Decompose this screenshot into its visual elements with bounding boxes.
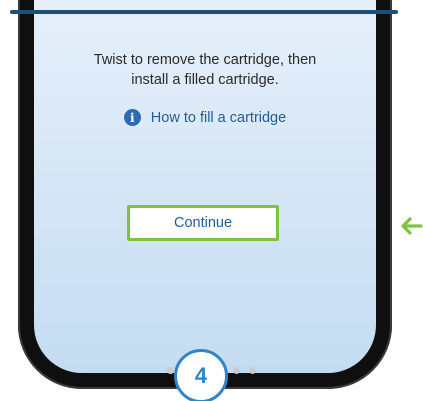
instruction-text: Twist to remove the cartridge, then inst…	[93, 52, 317, 88]
page-dot	[167, 367, 174, 374]
continue-button[interactable]: Continue	[127, 205, 279, 241]
top-divider	[10, 10, 398, 14]
page-dot	[249, 367, 256, 374]
phone-frame: Twist to remove the cartridge, then inst…	[18, 0, 392, 389]
step-number-badge: 4	[174, 349, 228, 401]
how-to-fill-label: How to fill a cartridge	[150, 109, 287, 126]
phone-screen: Twist to remove the cartridge, then inst…	[34, 0, 376, 373]
how-to-fill-link[interactable]: i How to fill a cartridge	[34, 109, 376, 126]
step-illustration: Twist to remove the cartridge, then inst…	[0, 0, 423, 401]
arrow-left-icon	[401, 217, 423, 235]
info-icon: i	[123, 109, 141, 126]
page-dot	[233, 367, 240, 374]
